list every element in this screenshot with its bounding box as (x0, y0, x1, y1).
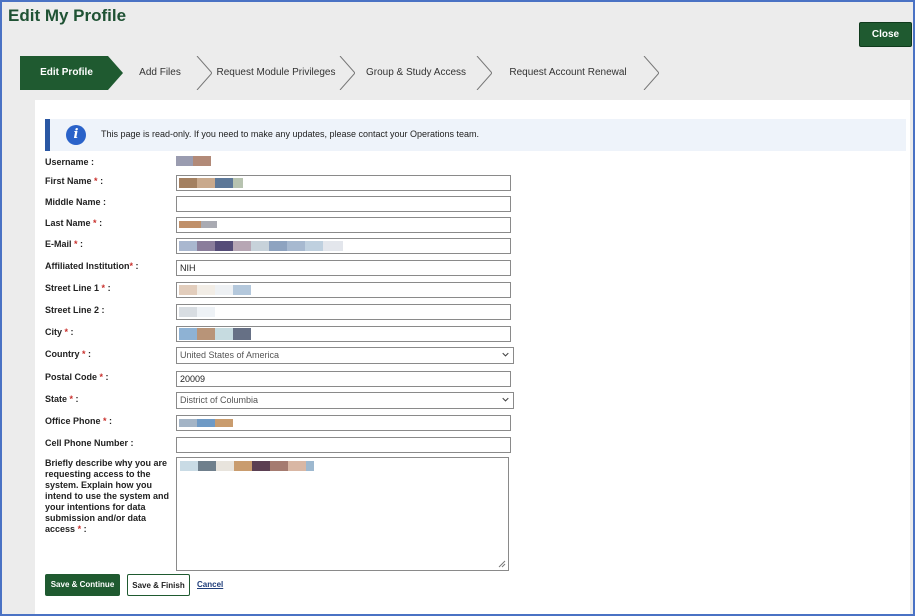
chevron-down-icon (502, 397, 509, 402)
step-label: Add Files (139, 67, 181, 78)
step-label: Request Account Renewal (509, 67, 627, 78)
cell-phone-label: Cell Phone Number : (45, 438, 134, 448)
label-text: First Name (45, 176, 92, 186)
street-line-1-field[interactable] (176, 282, 511, 298)
label-text: City (45, 327, 63, 337)
reason-label: Briefly describe why you are requesting … (45, 458, 173, 535)
middle-name-field[interactable] (176, 196, 511, 212)
step-group-study-access[interactable]: Group & Study Access (340, 56, 492, 90)
label-colon: : (133, 261, 139, 271)
middle-name-label: Middle Name : (45, 197, 107, 207)
edit-profile-window: Edit My Profile Close Edit Profile Add F… (0, 0, 915, 616)
postal-code-label: Postal Code * : (45, 372, 109, 383)
reason-textarea[interactable] (176, 457, 509, 571)
office-phone-field[interactable] (176, 415, 511, 431)
label-colon: : (73, 394, 79, 404)
label-colon: : (77, 239, 84, 249)
office-phone-label: Office Phone * : (45, 416, 112, 427)
first-name-field[interactable] (176, 175, 511, 191)
step-label: Request Module Privileges (216, 67, 336, 78)
label-colon: : (85, 349, 92, 359)
banner-text: This page is read-only. If you need to m… (101, 129, 480, 139)
label-colon: : (106, 416, 113, 426)
institution-field[interactable]: NIH (176, 260, 511, 276)
username-label: Username : (45, 157, 95, 167)
step-request-module-privileges[interactable]: Request Module Privileges (197, 56, 355, 90)
info-icon: i (66, 125, 86, 145)
label-text: Affiliated Institution (45, 261, 130, 271)
last-name-field[interactable] (176, 217, 511, 233)
label-colon: : (105, 283, 111, 293)
street-line-1-label: Street Line 1 * : (45, 283, 111, 294)
country-selected-value: United States of America (180, 350, 280, 360)
label-colon: : (81, 524, 87, 534)
step-label: Edit Profile (40, 67, 93, 78)
label-colon: : (103, 372, 109, 382)
label-text: Office Phone (45, 416, 101, 426)
page-title: Edit My Profile (8, 6, 127, 25)
city-field[interactable] (176, 326, 511, 342)
label-text: Country (45, 349, 80, 359)
read-only-banner: i This page is read-only. If you need to… (45, 119, 906, 151)
label-colon: : (96, 218, 103, 228)
wizard-steps: Edit Profile Add Files Request Module Pr… (20, 56, 680, 90)
step-request-account-renewal[interactable]: Request Account Renewal (477, 56, 659, 90)
first-name-label: First Name * : (45, 176, 103, 187)
label-text: Briefly describe why you are requesting … (45, 458, 170, 534)
city-label: City * : (45, 327, 74, 338)
save-finish-button[interactable]: Save & Finish (127, 574, 190, 596)
email-field[interactable] (176, 238, 511, 254)
chevron-down-icon (502, 352, 509, 357)
label-text: State (45, 394, 68, 404)
last-name-label: Last Name * : (45, 218, 102, 229)
label-colon: : (68, 327, 74, 337)
street-line-2-label: Street Line 2 : (45, 305, 105, 315)
step-label: Group & Study Access (365, 67, 467, 78)
label-colon: : (97, 176, 104, 186)
label-text: Street Line 1 (45, 283, 100, 293)
cell-phone-field[interactable] (176, 437, 511, 453)
cancel-link[interactable]: Cancel (197, 580, 223, 589)
label-text: E-Mail (45, 239, 72, 249)
state-label: State * : (45, 394, 79, 405)
country-label: Country * : (45, 349, 91, 360)
label-text: Postal Code (45, 372, 98, 382)
state-selected-value: District of Columbia (180, 395, 259, 405)
postal-code-field[interactable]: 20009 (176, 371, 511, 387)
save-continue-button[interactable]: Save & Continue (45, 574, 120, 596)
email-label: E-Mail * : (45, 239, 83, 250)
street-line-2-field[interactable] (176, 304, 511, 320)
label-text: Last Name (45, 218, 91, 228)
state-select[interactable]: District of Columbia (176, 392, 514, 409)
institution-label: Affiliated Institution* : (45, 261, 139, 272)
profile-form: i This page is read-only. If you need to… (35, 100, 910, 614)
country-select[interactable]: United States of America (176, 347, 514, 364)
close-button[interactable]: Close (859, 22, 912, 47)
resize-handle-icon[interactable] (498, 560, 506, 568)
